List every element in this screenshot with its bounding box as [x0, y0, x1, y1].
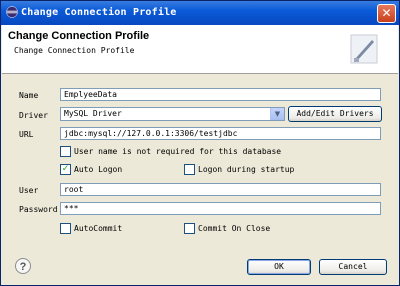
add-edit-drivers-button[interactable]: Add/Edit Drivers — [288, 106, 382, 122]
logon-startup-checkbox[interactable]: Logon during startup — [184, 164, 324, 176]
autocommit-text: AutoCommit — [74, 224, 123, 233]
auto-logon-text: Auto Logon — [74, 165, 123, 174]
change-connection-profile-dialog: Change Connection Profile ✕ Change Conne… — [0, 0, 400, 286]
close-button[interactable]: ✕ — [377, 4, 396, 23]
url-input[interactable]: jdbc:mysql://127.0.0.1:3306/testjdbc — [60, 127, 381, 140]
commit-on-close-checkbox[interactable]: Commit On Close — [184, 223, 304, 235]
banner-subheading: Change Connection Profile — [14, 46, 135, 55]
connection-profile-logo-icon — [350, 34, 378, 64]
name-input[interactable]: EmplyeeData — [60, 88, 381, 101]
auto-logon-checkbox[interactable]: ✓ Auto Logon — [60, 164, 170, 176]
url-label: URL — [19, 130, 34, 139]
user-not-required-checkbox[interactable]: User name is not required for this datab… — [60, 146, 310, 158]
user-label: User — [19, 186, 39, 195]
user-not-required-text: User name is not required for this datab… — [74, 147, 282, 156]
user-not-required-box[interactable] — [60, 146, 71, 157]
name-label: Name — [19, 91, 39, 100]
user-input[interactable]: root — [60, 183, 381, 196]
autocommit-checkbox[interactable]: AutoCommit — [60, 223, 170, 235]
eclipse-icon — [6, 6, 18, 18]
commit-on-close-text: Commit On Close — [198, 224, 271, 233]
password-label: Password — [19, 205, 58, 214]
close-icon: ✕ — [381, 6, 392, 20]
help-icon[interactable]: ? — [15, 258, 31, 274]
ok-button[interactable]: OK — [247, 259, 311, 275]
logon-startup-box[interactable] — [184, 164, 195, 175]
header-banner: Change Connection Profile Change Connect… — [2, 25, 398, 74]
commit-on-close-box[interactable] — [184, 223, 195, 234]
title-bar[interactable]: Change Connection Profile ✕ — [1, 1, 399, 25]
password-input[interactable]: *** — [60, 202, 381, 215]
driver-label: Driver — [19, 111, 48, 120]
autocommit-box[interactable] — [60, 223, 71, 234]
banner-heading: Change Connection Profile — [8, 30, 150, 42]
driver-select-value: MySQL Driver — [64, 109, 122, 118]
window-title: Change Connection Profile — [21, 7, 177, 18]
logon-startup-text: Logon during startup — [198, 165, 295, 174]
driver-select[interactable]: MySQL Driver ▼ — [60, 107, 285, 121]
chevron-down-icon[interactable]: ▼ — [270, 108, 284, 120]
cancel-button[interactable]: Cancel — [319, 259, 387, 275]
checkmark-icon[interactable]: ✓ — [60, 164, 71, 175]
